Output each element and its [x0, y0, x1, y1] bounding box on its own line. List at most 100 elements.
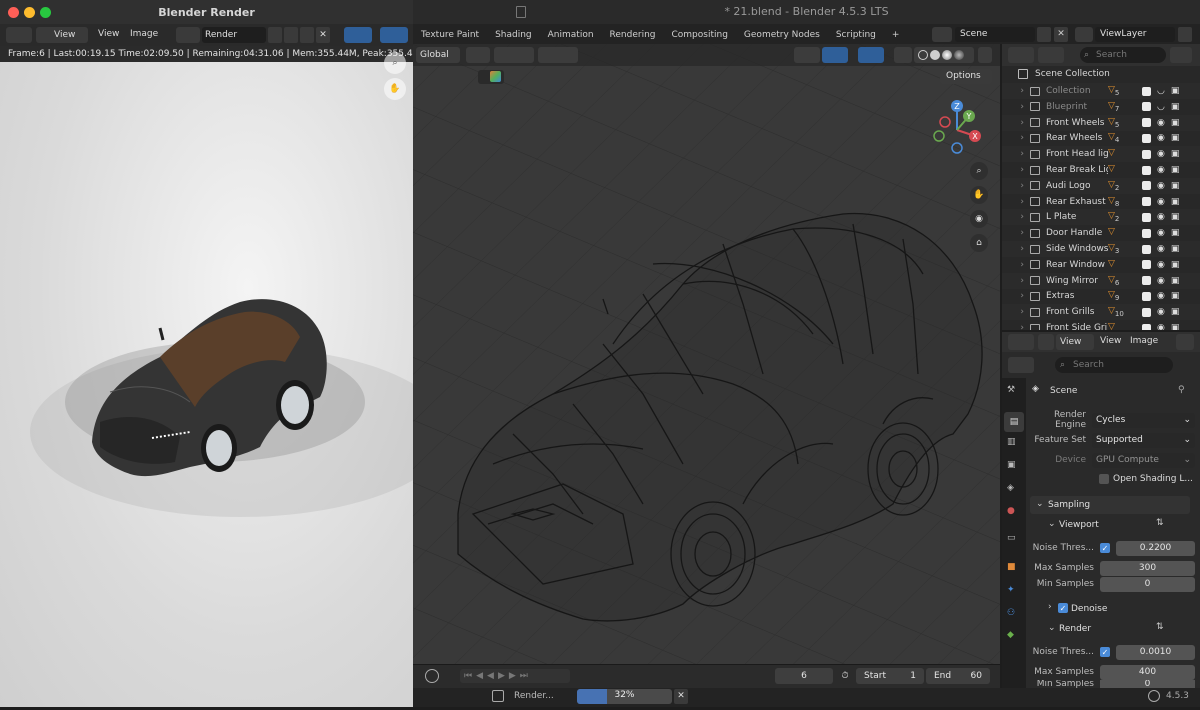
view-layer-icon[interactable] [1075, 27, 1093, 42]
render-camera-icon[interactable]: ▣ [1171, 228, 1180, 238]
eye-icon[interactable]: ◉ [1157, 165, 1165, 175]
chevron-right-icon[interactable]: › [1002, 86, 1024, 96]
scene-field[interactable]: Scene [955, 27, 1035, 42]
outliner-row[interactable]: › Front Head light▽ ◉ ▣ [1002, 146, 1200, 163]
tool-tab-icon[interactable]: ⚒ [1007, 385, 1015, 395]
feature-set-dropdown[interactable]: Supported ⌄ [1092, 432, 1195, 448]
scene-selector-icon[interactable] [932, 27, 952, 42]
exclude-checkbox[interactable] [1142, 133, 1151, 143]
chevron-right-icon[interactable]: › [1002, 260, 1024, 270]
options-button[interactable]: Options [940, 69, 992, 84]
modifier-tab-icon[interactable]: ✦ [1007, 585, 1015, 595]
exclude-checkbox[interactable] [1142, 307, 1151, 317]
exclude-checkbox[interactable] [1142, 86, 1151, 96]
render-camera-icon[interactable]: ▣ [1171, 149, 1180, 159]
zoom-icon[interactable]: ⌕ [384, 52, 406, 74]
exclude-checkbox[interactable] [1142, 212, 1151, 222]
render-camera-icon[interactable]: ▣ [1171, 86, 1180, 96]
render-noise-field[interactable]: 0.0010 [1116, 644, 1195, 660]
outliner-row[interactable]: › L Plate ▽2 ◉ ▣ [1002, 209, 1200, 226]
start-frame-field[interactable]: Start 1 [856, 668, 924, 684]
chevron-right-icon[interactable]: › [1002, 323, 1024, 330]
eye-icon[interactable]: ◡ [1157, 86, 1165, 96]
exclude-checkbox[interactable] [1142, 276, 1151, 286]
wireframe-shading-icon[interactable] [918, 50, 928, 60]
viewport-noise-field[interactable]: 0.2200 [1116, 540, 1195, 556]
render-camera-icon[interactable]: ▣ [1171, 323, 1180, 330]
render-camera-icon[interactable]: ▣ [1171, 197, 1180, 207]
view-mode-dropdown[interactable]: View [36, 27, 88, 43]
outliner-row[interactable]: › Audi Logo ▽2 ◉ ▣ [1002, 177, 1200, 194]
scene-tab-icon[interactable]: ◈ [1007, 483, 1014, 493]
view-menu-dropdown[interactable]: View [1056, 334, 1094, 350]
eye-icon[interactable]: ◉ [1157, 181, 1165, 191]
render-tab-icon[interactable]: ▤ [1004, 412, 1024, 432]
render-camera-icon[interactable]: ▣ [1171, 181, 1180, 191]
outliner-editor-type-icon[interactable] [1008, 47, 1034, 63]
proportional-edit-icon[interactable] [538, 47, 578, 63]
gizmo-toggle-icon[interactable] [344, 27, 372, 43]
navigation-gizmo[interactable]: Z X Y [925, 96, 989, 160]
display-mode-icon[interactable] [1038, 47, 1064, 63]
delete-scene-icon[interactable]: ✕ [1054, 27, 1068, 42]
image-menu[interactable]: Image [1130, 336, 1158, 346]
eye-icon[interactable]: ◉ [1157, 149, 1165, 159]
render-camera-icon[interactable]: ▣ [1171, 291, 1180, 301]
exclude-checkbox[interactable] [1142, 260, 1151, 270]
visibility-icon[interactable] [794, 47, 820, 63]
render-camera-icon[interactable]: ▣ [1171, 165, 1180, 175]
eye-icon[interactable]: ◉ [1157, 244, 1165, 254]
image-mode-icon[interactable] [1038, 334, 1054, 350]
view-layer-field[interactable]: ViewLayer [1095, 27, 1175, 42]
cancel-render-button[interactable]: ✕ [674, 689, 688, 704]
overlay-toggle-icon[interactable] [380, 27, 408, 43]
material-shading-icon[interactable] [942, 50, 952, 60]
editor-type-icon[interactable] [6, 27, 32, 43]
eye-icon[interactable]: ◉ [1157, 260, 1165, 270]
xray-icon[interactable] [894, 47, 912, 63]
exclude-checkbox[interactable] [1142, 291, 1151, 301]
eye-icon[interactable]: ◉ [1157, 133, 1165, 143]
chevron-right-icon[interactable]: › [1002, 165, 1024, 175]
render-camera-icon[interactable]: ▣ [1171, 244, 1180, 254]
current-frame-field[interactable]: 6 [775, 668, 833, 684]
image-browse-icon[interactable] [176, 27, 200, 43]
device-dropdown[interactable]: GPU Compute ⌄ [1092, 452, 1195, 468]
pan-hand-icon[interactable]: ✋ [970, 186, 988, 204]
eye-icon[interactable]: ◉ [1157, 276, 1165, 286]
render-canvas[interactable] [0, 62, 450, 707]
exclude-checkbox[interactable] [1142, 323, 1151, 330]
outliner-row[interactable]: › Front Wheels ▽5 ◉ ▣ [1002, 114, 1200, 131]
unlink-icon[interactable]: ✕ [316, 27, 330, 43]
chevron-right-icon[interactable]: › [1002, 212, 1024, 222]
object-tab-icon[interactable]: ■ [1007, 562, 1016, 572]
playback-controls[interactable]: ⏮◀◀▶▶⏭ [460, 669, 570, 683]
outliner-row[interactable]: › Extras ▽9 ◉ ▣ [1002, 288, 1200, 304]
neg-z-axis-icon[interactable] [951, 142, 963, 154]
3d-viewport[interactable] [413, 44, 1000, 664]
data-tab-icon[interactable]: ◆ [1007, 630, 1014, 640]
outliner-row[interactable]: › Rear Wheels ▽4 ◉ ▣ [1002, 130, 1200, 146]
chevron-right-icon[interactable]: › [1002, 181, 1024, 191]
stopwatch-icon[interactable]: ⏱ [838, 668, 852, 684]
outliner-row[interactable]: › Rear Window ▽ ◉ ▣ [1002, 257, 1200, 273]
render-subpanel-label[interactable]: Render [1059, 624, 1091, 634]
view-menu[interactable]: View [1100, 336, 1121, 346]
world-tab-icon[interactable]: ● [1007, 506, 1015, 516]
viewport-min-samples-field[interactable]: 0 [1100, 576, 1195, 592]
pivot-icon[interactable] [466, 47, 490, 63]
image-menu[interactable]: Image [130, 29, 158, 39]
outliner-row[interactable]: › Front Side Grills▽ ◉ ▣ [1002, 320, 1200, 330]
lock-icon[interactable]: ⌂ [970, 234, 988, 252]
outliner-row[interactable]: › Blueprint ▽7 ◡ ▣ [1002, 99, 1200, 115]
playback-record-icon[interactable] [425, 669, 439, 683]
chevron-right-icon[interactable]: › [1002, 307, 1024, 317]
eye-icon[interactable]: ◉ [1157, 197, 1165, 207]
chevron-right-icon[interactable]: › [1002, 197, 1024, 207]
view-menu[interactable]: View [98, 29, 119, 39]
eye-icon[interactable]: ◉ [1157, 307, 1165, 317]
overlay-toggle-icon[interactable] [858, 47, 884, 63]
zoom-icon[interactable]: ⌕ [970, 162, 988, 180]
exclude-checkbox[interactable] [1142, 118, 1151, 128]
render-max-samples-field[interactable]: 400 [1100, 664, 1195, 680]
